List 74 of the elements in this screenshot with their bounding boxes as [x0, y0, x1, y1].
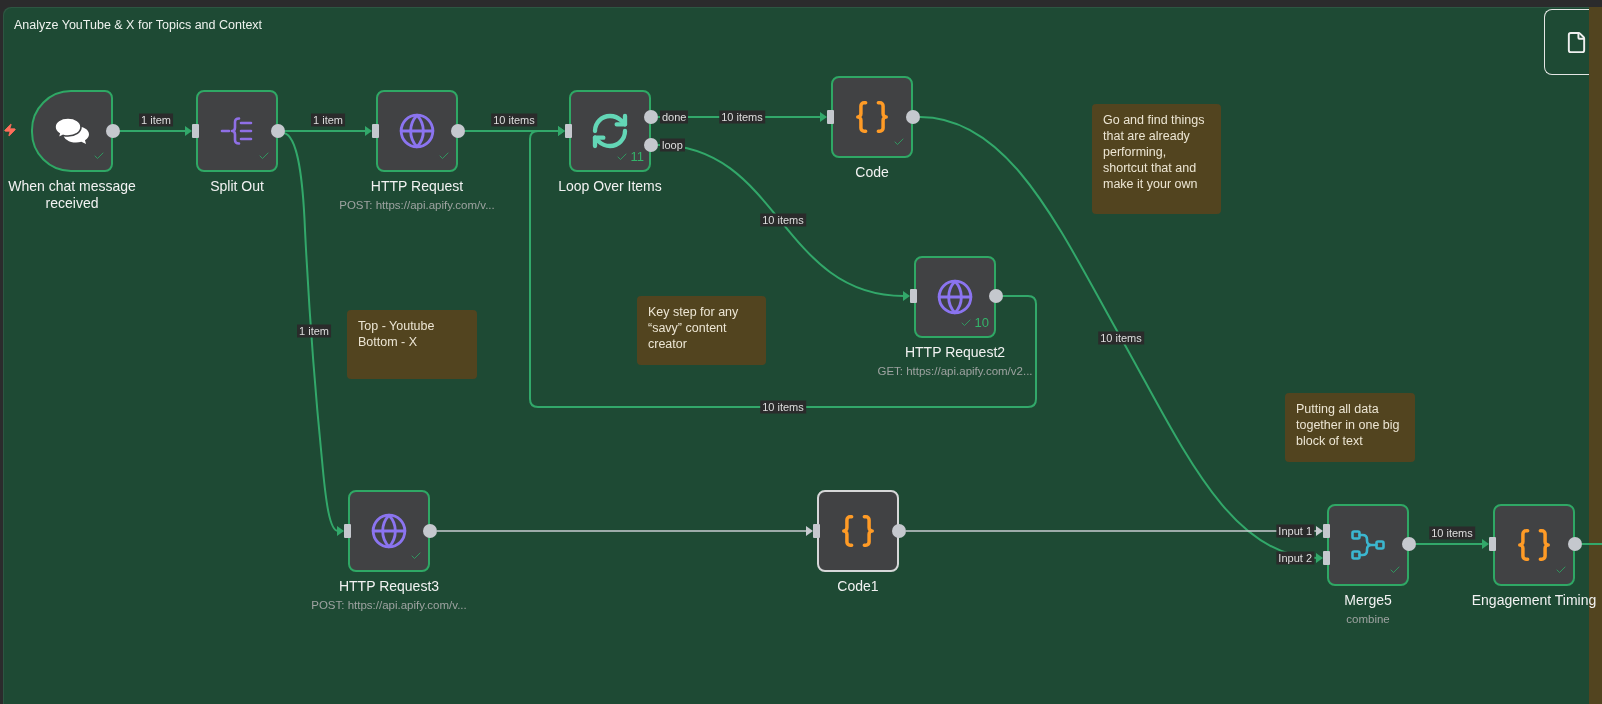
- workflow-node[interactable]: 10: [914, 256, 996, 338]
- port-label: done: [660, 110, 689, 124]
- node-subtitle: GET: https://api.apify.com/v2...: [877, 364, 1033, 379]
- sticky-note: Go and find things that are already performing, shortcut that and make it your own: [1092, 104, 1221, 214]
- node-label: Engagement Timing: [1471, 592, 1597, 609]
- braces-icon: [839, 512, 877, 550]
- workflow-node[interactable]: [376, 90, 458, 172]
- sticky-note: Key step for any “savy” content creator: [637, 296, 766, 365]
- workflow-node[interactable]: [831, 76, 913, 158]
- lightning-icon: [3, 123, 17, 137]
- node-label: Loop Over Items: [558, 178, 662, 195]
- workflow-node[interactable]: [348, 490, 430, 572]
- edge-label: 10 items: [1429, 526, 1475, 540]
- input-port[interactable]: [1489, 537, 1496, 551]
- globe-icon: [370, 512, 408, 550]
- port-label: loop: [660, 138, 685, 152]
- branch-icon: [1351, 530, 1385, 560]
- edge-label: 10 items: [760, 213, 806, 227]
- node-label: When chat message received: [7, 178, 137, 212]
- input-port[interactable]: [565, 124, 572, 138]
- check-icon: [893, 136, 905, 148]
- workflow-node[interactable]: [196, 90, 278, 172]
- check-icon: [258, 150, 270, 162]
- input-port[interactable]: [1323, 551, 1330, 565]
- edge-label: 10 items: [719, 110, 765, 124]
- workflow-node[interactable]: [1327, 504, 1409, 586]
- edge-label: 1 item: [311, 113, 345, 127]
- run-count: 11: [630, 150, 644, 164]
- node-label: Code: [855, 164, 889, 181]
- check-icon: [615, 151, 628, 163]
- sticky-note: Top - Youtube Bottom - X: [347, 310, 477, 379]
- globe-icon: [936, 278, 974, 316]
- port-label: Input 2: [1276, 551, 1314, 565]
- refresh-icon: [590, 111, 630, 151]
- file-icon: [1565, 30, 1588, 54]
- check-icon: [438, 150, 450, 162]
- port-label: Input 1: [1276, 524, 1314, 538]
- sticky-note: Putting all data together in one big block of text: [1285, 393, 1415, 462]
- node-label: Merge5: [1344, 592, 1392, 609]
- node-label: HTTP Request3: [338, 578, 440, 595]
- node-label: Split Out: [210, 178, 264, 195]
- globe-icon: [398, 112, 436, 150]
- input-port[interactable]: [1323, 524, 1330, 538]
- check-icon: [959, 317, 972, 329]
- input-port[interactable]: [813, 524, 820, 538]
- node-subtitle: POST: https://api.apify.com/v...: [311, 598, 467, 613]
- check-icon: [1555, 564, 1567, 576]
- edge-label: 10 items: [760, 400, 806, 414]
- edge-label: 10 items: [1098, 331, 1144, 345]
- input-port[interactable]: [372, 124, 379, 138]
- chat-bubbles-icon: [54, 117, 90, 145]
- check-icon: [410, 550, 422, 562]
- note-button[interactable]: [1544, 9, 1589, 75]
- braces-icon: [853, 98, 891, 136]
- input-port[interactable]: [344, 524, 351, 538]
- check-icon: [1389, 564, 1401, 576]
- node-label: HTTP Request2: [904, 344, 1006, 361]
- check-icon: [93, 150, 105, 162]
- edge-label: 1 item: [139, 113, 173, 127]
- workflow-node[interactable]: 11: [569, 90, 651, 172]
- input-port[interactable]: [192, 124, 199, 138]
- brace-lines-icon: [220, 116, 254, 146]
- edge-label: 10 items: [491, 113, 537, 127]
- braces-icon: [1515, 526, 1553, 564]
- node-subtitle: POST: https://api.apify.com/v...: [339, 198, 495, 213]
- group-title: Analyze YouTube & X for Topics and Context: [14, 17, 263, 33]
- node-label: Code1: [837, 578, 879, 595]
- input-port[interactable]: [910, 289, 917, 303]
- workflow-node[interactable]: [1493, 504, 1575, 586]
- input-port[interactable]: [827, 110, 834, 124]
- node-subtitle: combine: [1346, 612, 1390, 627]
- edge-label: 1 item: [297, 324, 331, 338]
- node-label: HTTP Request: [370, 178, 464, 195]
- run-count: 10: [974, 316, 989, 330]
